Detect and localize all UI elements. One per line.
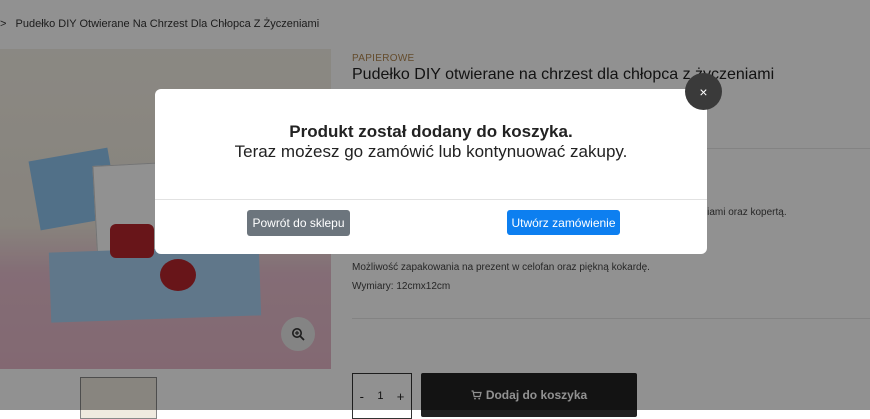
modal-close-button[interactable]: × bbox=[685, 73, 722, 110]
create-order-button[interactable]: Utwórz zamówienie bbox=[507, 210, 620, 235]
back-to-shop-button[interactable]: Powrót do sklepu bbox=[247, 210, 350, 236]
modal-subtitle: Teraz możesz go zamówić lub kontynuować … bbox=[234, 142, 628, 161]
close-icon: × bbox=[699, 83, 708, 100]
cart-confirmation-modal: Produkt został dodany do koszyka. Teraz … bbox=[155, 89, 707, 254]
modal-title: Produkt został dodany do koszyka. bbox=[289, 122, 573, 141]
modal-divider bbox=[155, 199, 707, 200]
